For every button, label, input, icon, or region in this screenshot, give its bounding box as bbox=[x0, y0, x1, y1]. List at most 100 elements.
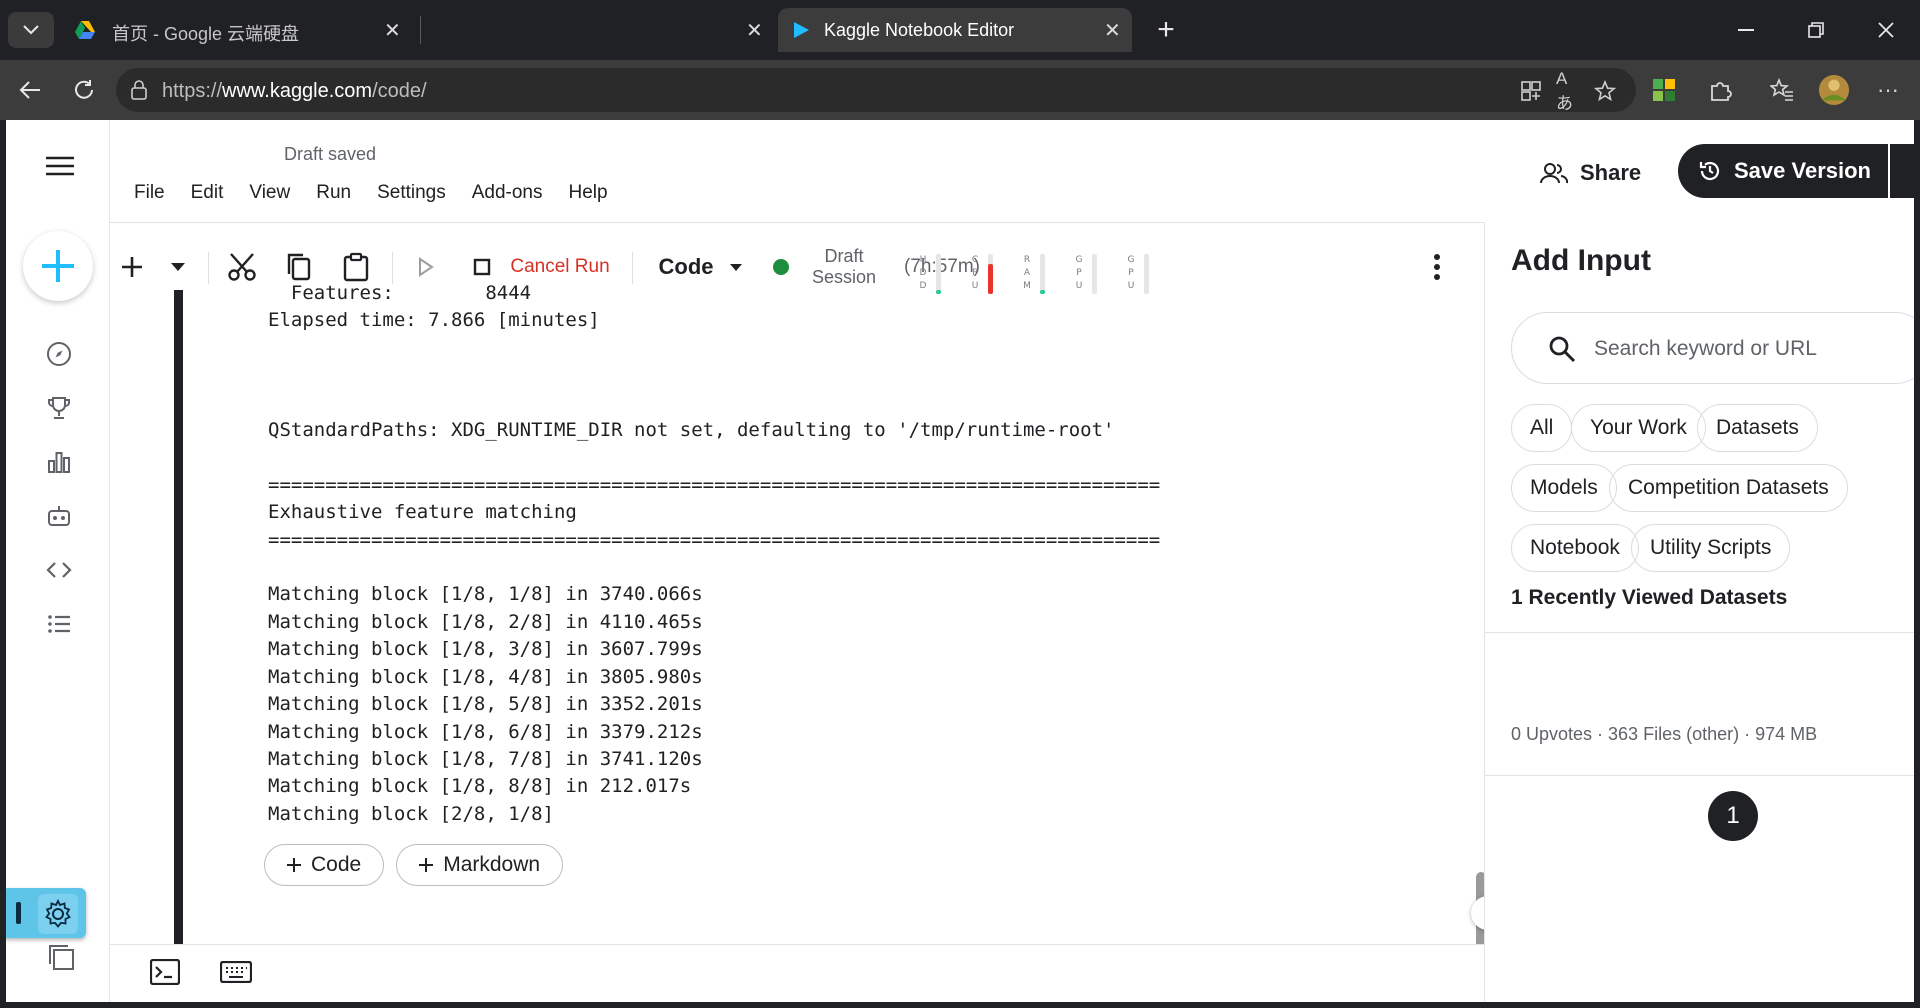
keyboard-icon bbox=[219, 960, 253, 984]
url-path: /code/ bbox=[372, 80, 427, 102]
session-status-dot bbox=[773, 259, 789, 275]
bottom-bar bbox=[110, 944, 1488, 1002]
nav-models[interactable] bbox=[44, 501, 74, 531]
add-code-cell-button[interactable]: Code bbox=[264, 844, 385, 886]
save-version-dropdown[interactable] bbox=[1890, 144, 1914, 198]
reload-button[interactable] bbox=[64, 72, 104, 108]
header-divider bbox=[110, 222, 1488, 223]
chip-your-work[interactable]: Your Work bbox=[1571, 404, 1706, 452]
menu-edit[interactable]: Edit bbox=[191, 182, 224, 204]
copy-windows-icon[interactable] bbox=[46, 942, 76, 977]
chip-all[interactable]: All bbox=[1511, 404, 1573, 452]
plus-icon bbox=[42, 250, 74, 282]
add-code-label: Code bbox=[311, 853, 362, 876]
omnibox[interactable]: https://www.kaggle.com/code/ Aあ bbox=[116, 68, 1636, 113]
plus-icon bbox=[287, 858, 301, 872]
gear-icon[interactable] bbox=[38, 894, 78, 934]
chip-models[interactable]: Models bbox=[1511, 464, 1617, 512]
add-markdown-cell-button[interactable]: Markdown bbox=[396, 844, 564, 886]
keyboard-shortcuts-button[interactable] bbox=[219, 960, 253, 988]
minimize-icon bbox=[1738, 29, 1754, 31]
new-tab-button[interactable]: + bbox=[1146, 12, 1186, 48]
url-scheme: https:// bbox=[162, 80, 223, 102]
panel-title: Add Input bbox=[1511, 244, 1651, 277]
create-button[interactable] bbox=[23, 231, 93, 301]
tab-google-drive[interactable]: 首页 - Google 云端硬盘 ✕ bbox=[62, 8, 416, 52]
terminal-icon bbox=[149, 958, 181, 986]
close-icon bbox=[1878, 22, 1894, 38]
share-button[interactable]: Share bbox=[1540, 154, 1641, 192]
chip-datasets[interactable]: Datasets bbox=[1697, 404, 1818, 452]
compass-icon bbox=[47, 342, 71, 366]
arrow-left-icon bbox=[19, 81, 40, 99]
url-text[interactable]: https://www.kaggle.com/code/ bbox=[162, 80, 427, 103]
favorite-star-icon[interactable] bbox=[1592, 78, 1618, 104]
translate-icon[interactable]: Aあ bbox=[1556, 69, 1582, 113]
menu-settings[interactable]: Settings bbox=[377, 182, 446, 204]
back-button[interactable] bbox=[10, 72, 50, 108]
menu-file[interactable]: File bbox=[134, 182, 165, 204]
address-bar-row: https://www.kaggle.com/code/ Aあ ··· bbox=[0, 60, 1920, 120]
restore-button[interactable] bbox=[1796, 12, 1836, 48]
stop-square-icon bbox=[473, 258, 491, 276]
hamburger-menu-icon[interactable] bbox=[46, 156, 74, 176]
chip-competition-datasets[interactable]: Competition Datasets bbox=[1609, 464, 1848, 512]
kaggle-editor-page: Draft saved File Edit View Run Settings … bbox=[6, 120, 1914, 1002]
extensions-puzzle-icon[interactable] bbox=[1704, 74, 1736, 106]
lock-icon[interactable] bbox=[130, 80, 148, 100]
url-host: www.kaggle.com bbox=[222, 80, 373, 102]
minimize-button[interactable] bbox=[1726, 12, 1766, 48]
close-window-button[interactable] bbox=[1866, 12, 1906, 48]
chevron-down-icon bbox=[23, 25, 39, 35]
reload-icon bbox=[75, 80, 93, 99]
tab-blank[interactable]: ✕ bbox=[424, 8, 774, 52]
menu-view[interactable]: View bbox=[249, 182, 290, 204]
robot-icon bbox=[48, 506, 70, 526]
nav-explore[interactable] bbox=[44, 339, 74, 369]
close-tab-icon[interactable]: ✕ bbox=[1104, 18, 1121, 43]
google-drive-icon bbox=[75, 21, 95, 39]
close-tab-icon[interactable]: ✕ bbox=[746, 18, 763, 43]
input-search-field[interactable]: Search keyword or URL bbox=[1511, 312, 1914, 384]
floating-settings-widget[interactable] bbox=[6, 888, 86, 938]
nav-discussions[interactable] bbox=[44, 609, 74, 639]
nav-code[interactable] bbox=[44, 555, 74, 585]
favorites-icon[interactable] bbox=[1766, 74, 1798, 106]
list-icon bbox=[48, 615, 70, 633]
restore-icon bbox=[1808, 22, 1824, 38]
console-button[interactable] bbox=[149, 958, 181, 990]
nav-competitions[interactable] bbox=[44, 393, 74, 423]
draft-session-line1: Draft bbox=[824, 246, 864, 266]
extension-grid-icon[interactable] bbox=[1648, 74, 1680, 106]
save-version-button[interactable]: Save Version bbox=[1678, 144, 1888, 198]
tab-list-button[interactable] bbox=[8, 12, 54, 48]
search-placeholder: Search keyword or URL bbox=[1594, 337, 1817, 360]
notification-badge[interactable]: 1 bbox=[1708, 791, 1758, 841]
cut-button[interactable] bbox=[220, 224, 264, 310]
kebab-menu-icon bbox=[1434, 254, 1440, 280]
share-label: Share bbox=[1580, 160, 1642, 185]
trophy-icon bbox=[48, 397, 70, 419]
toolbar-separator bbox=[208, 252, 209, 284]
menu-run[interactable]: Run bbox=[316, 182, 351, 204]
code-brackets-icon bbox=[46, 562, 72, 578]
chip-notebook[interactable]: Notebook bbox=[1511, 524, 1639, 572]
menu-add-ons[interactable]: Add-ons bbox=[472, 182, 543, 204]
save-version-label: Save Version bbox=[1734, 158, 1871, 183]
profile-avatar[interactable] bbox=[1818, 74, 1850, 106]
browser-tab-bar: 首页 - Google 云端硬盘 ✕ ✕ Kaggle Notebook Edi… bbox=[0, 0, 1920, 60]
add-cell-button[interactable] bbox=[110, 224, 154, 310]
dataset-meta[interactable]: 0 Upvotes · 363 Files (other) · 974 MB bbox=[1511, 724, 1817, 745]
app-available-icon[interactable] bbox=[1518, 78, 1544, 104]
search-icon bbox=[1549, 336, 1576, 363]
tab-kaggle-notebook[interactable]: Kaggle Notebook Editor ✕ bbox=[778, 8, 1132, 52]
nav-datasets[interactable] bbox=[44, 447, 74, 477]
close-tab-icon[interactable]: ✕ bbox=[384, 18, 401, 43]
chip-utility-scripts[interactable]: Utility Scripts bbox=[1631, 524, 1791, 572]
menu-help[interactable]: Help bbox=[569, 182, 608, 204]
copy-icon bbox=[287, 253, 311, 281]
more-menu-icon[interactable]: ··· bbox=[1872, 74, 1904, 106]
drag-handle[interactable] bbox=[16, 902, 21, 924]
people-icon bbox=[1540, 163, 1568, 184]
menu-bar: File Edit View Run Settings Add-ons Help bbox=[134, 182, 634, 204]
